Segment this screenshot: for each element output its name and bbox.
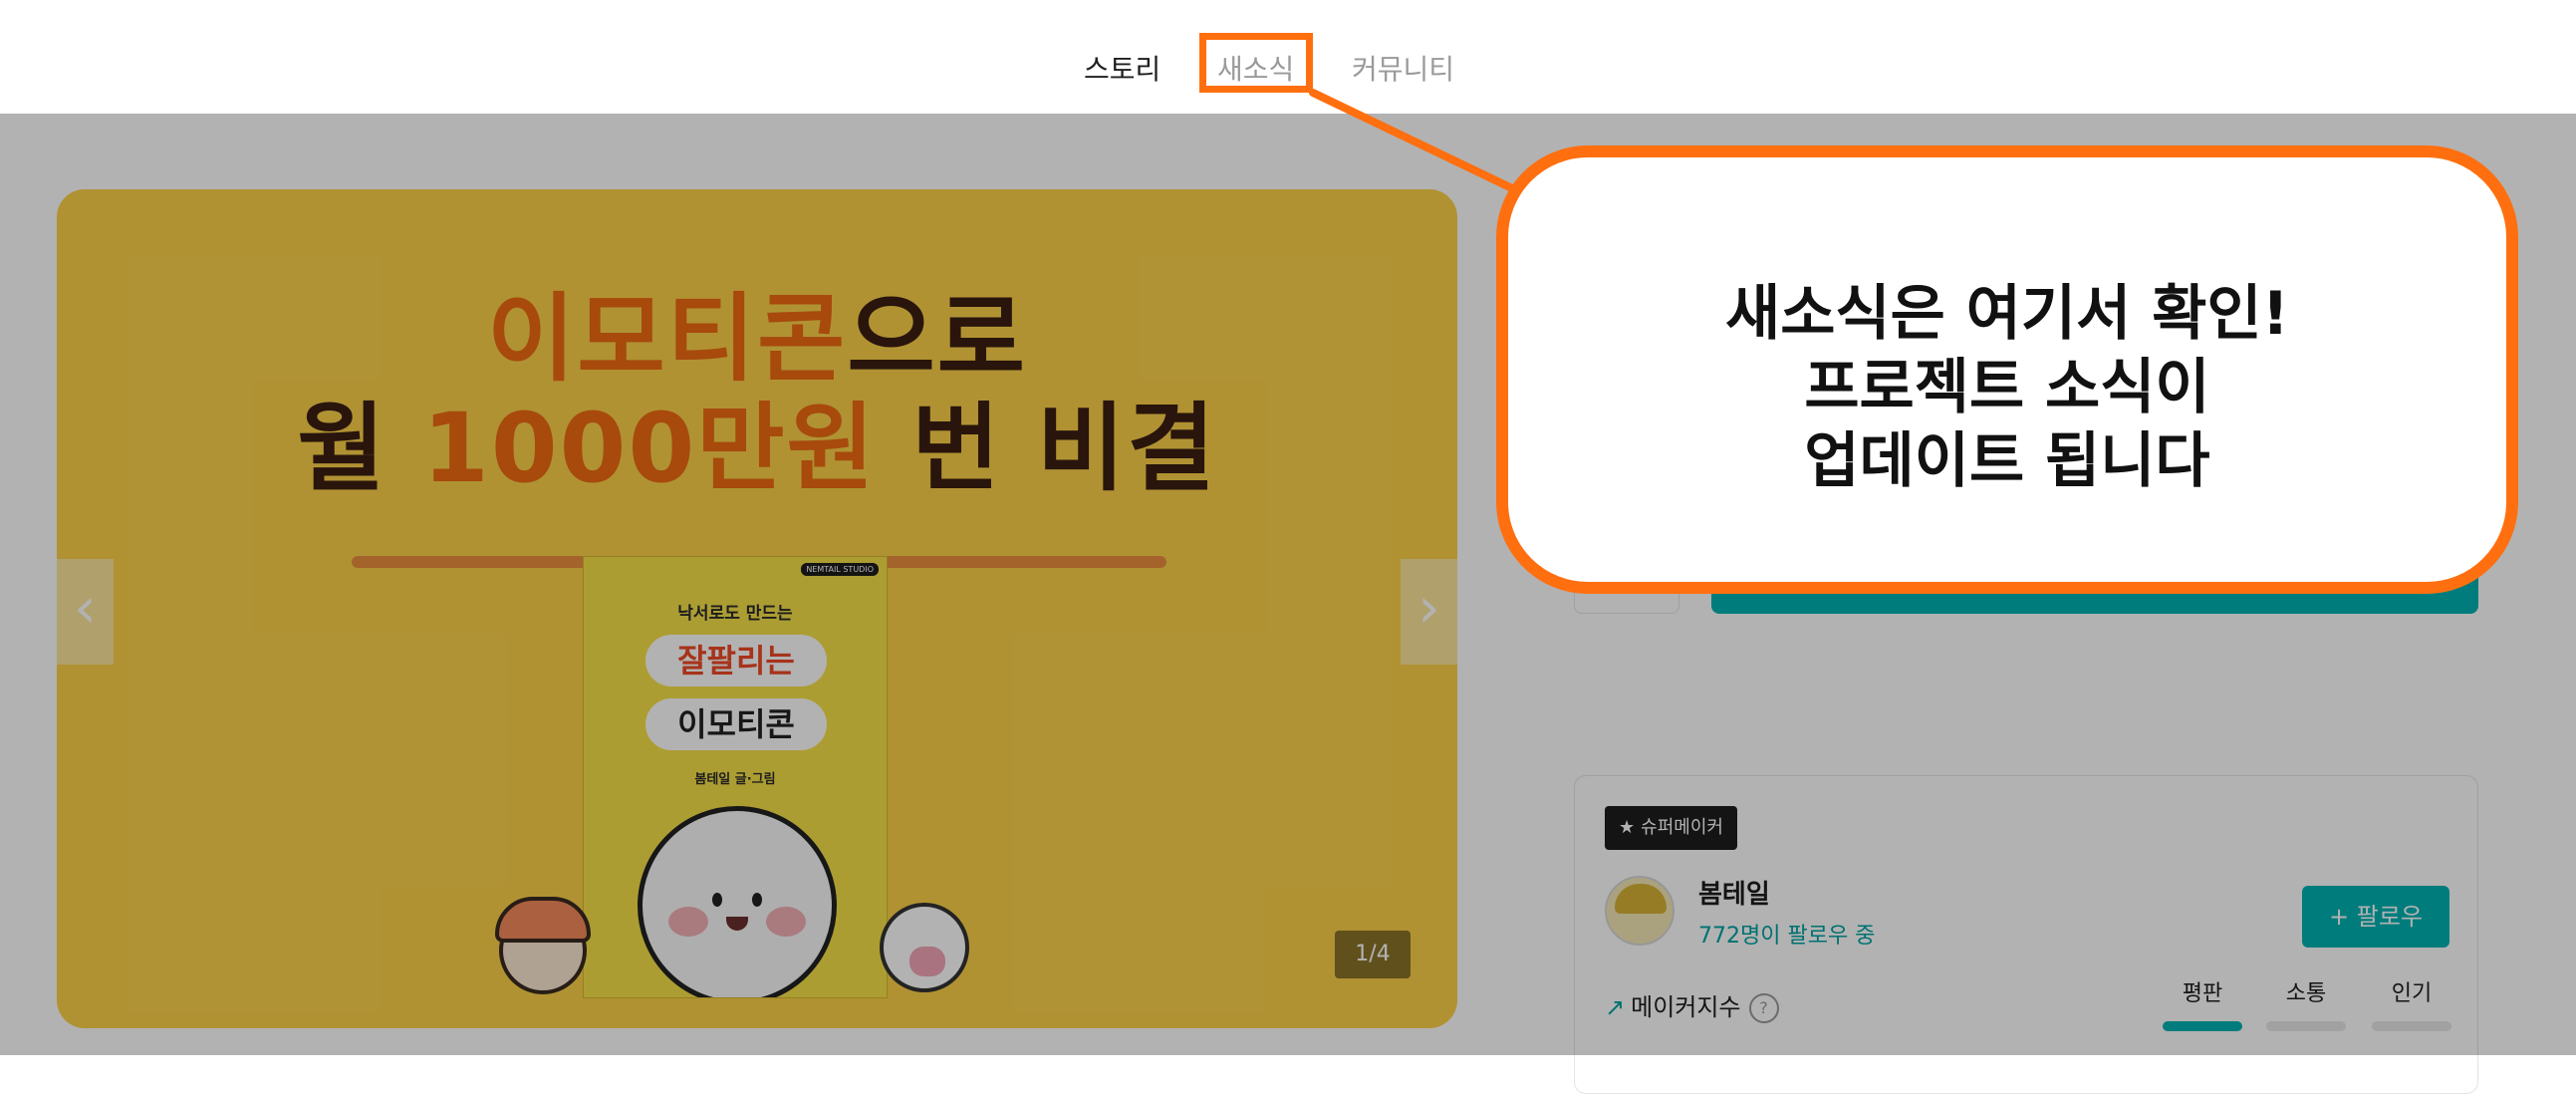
book-subtitle: 낙서로도 만드는	[677, 604, 793, 624]
metric-bar	[2266, 1021, 2346, 1031]
metric-fill	[2163, 1021, 2242, 1031]
slide-counter: 1/4	[1335, 931, 1411, 978]
avatar-hat	[1615, 884, 1667, 914]
maker-follower-count: 772명이 팔로우 중	[1698, 924, 1876, 949]
carousel-prev-button[interactable]: ‹	[57, 559, 114, 665]
star-icon: ★	[1619, 817, 1636, 838]
super-maker-label: 슈퍼메이커	[1641, 817, 1723, 838]
help-icon[interactable]: ?	[1748, 993, 1779, 1023]
character-cheek	[766, 907, 806, 937]
metric-popularity: 인기	[2372, 975, 2451, 1031]
chevron-right-icon: ›	[1417, 576, 1440, 641]
callout-message: 새소식은 여기서 확인! 프로젝트 소식이 업데이트 됩니다	[1508, 277, 2506, 498]
metric-bar	[2163, 1021, 2242, 1031]
news-tab-highlight-box	[1199, 33, 1313, 93]
metric-label: 인기	[2391, 981, 2433, 1006]
maker-card: ★ 슈퍼메이커 봄테일 772명이 팔로우 중 + 팔로우 ↗ 메이커지수? 평판 …	[1574, 775, 2478, 1094]
callout-line-2: 프로젝트 소식이	[1804, 353, 2210, 422]
maker-index-label: 메이커지수	[1631, 993, 1741, 1021]
metric-label: 평판	[2182, 981, 2223, 1006]
callout-line-1: 새소식은 여기서 확인!	[1725, 279, 2289, 349]
book-author: 봄테일 글·그림	[694, 772, 776, 787]
metric-label: 소통	[2285, 981, 2327, 1006]
follow-button[interactable]: + 팔로우	[2302, 886, 2449, 948]
callout-line-3: 업데이트 됩니다	[1804, 426, 2210, 496]
character-mouth	[726, 917, 748, 931]
character-right-illustration	[880, 903, 969, 992]
heart-icon	[909, 947, 945, 976]
book-publisher-label: NEMTAIL STUDIO	[801, 563, 879, 576]
tutorial-callout: 새소식은 여기서 확인! 프로젝트 소식이 업데이트 됩니다	[1496, 145, 2518, 594]
book-title-line1: 잘팔리는	[645, 635, 827, 686]
maker-name[interactable]: 봄테일	[1698, 874, 1770, 911]
tab-community[interactable]: 커뮤니티	[1352, 48, 1454, 88]
super-maker-badge: ★ 슈퍼메이커	[1605, 806, 1737, 850]
hero-carousel: 이모티콘으로 월 1000만원 번 비결 NEMTAIL STUDIO 낙서로도…	[57, 189, 1457, 1028]
character-eye	[712, 893, 722, 907]
hero-headline-line2: 월 1000만원 번 비결	[57, 371, 1457, 509]
trend-up-icon: ↗	[1605, 993, 1626, 1021]
hero-headline-end: 번 비결	[876, 393, 1217, 504]
character-hat	[495, 897, 591, 943]
tab-story[interactable]: 스토리	[1084, 48, 1160, 88]
hero-headline-month: 월	[297, 393, 423, 504]
book-title-line2: 이모티콘	[645, 698, 827, 750]
book-cover: NEMTAIL STUDIO 낙서로도 만드는 잘팔리는 이모티콘 봄테일 글·…	[583, 556, 888, 998]
top-navigation: 스토리 새소식 커뮤니티	[0, 0, 2576, 114]
carousel-next-button[interactable]: ›	[1401, 559, 1457, 665]
book-character-illustration	[638, 806, 837, 997]
chevron-left-icon: ‹	[74, 576, 97, 641]
character-eye	[752, 893, 762, 907]
character-cheek	[668, 907, 708, 937]
hero-headline-amount: 1000만원	[422, 393, 877, 504]
character-left-illustration	[495, 897, 591, 994]
metric-bar	[2372, 1021, 2451, 1031]
maker-index: ↗ 메이커지수?	[1605, 987, 1779, 1023]
metric-communication: 소통	[2266, 975, 2346, 1031]
avatar[interactable]	[1605, 876, 1674, 946]
metric-reputation: 평판	[2163, 975, 2242, 1031]
